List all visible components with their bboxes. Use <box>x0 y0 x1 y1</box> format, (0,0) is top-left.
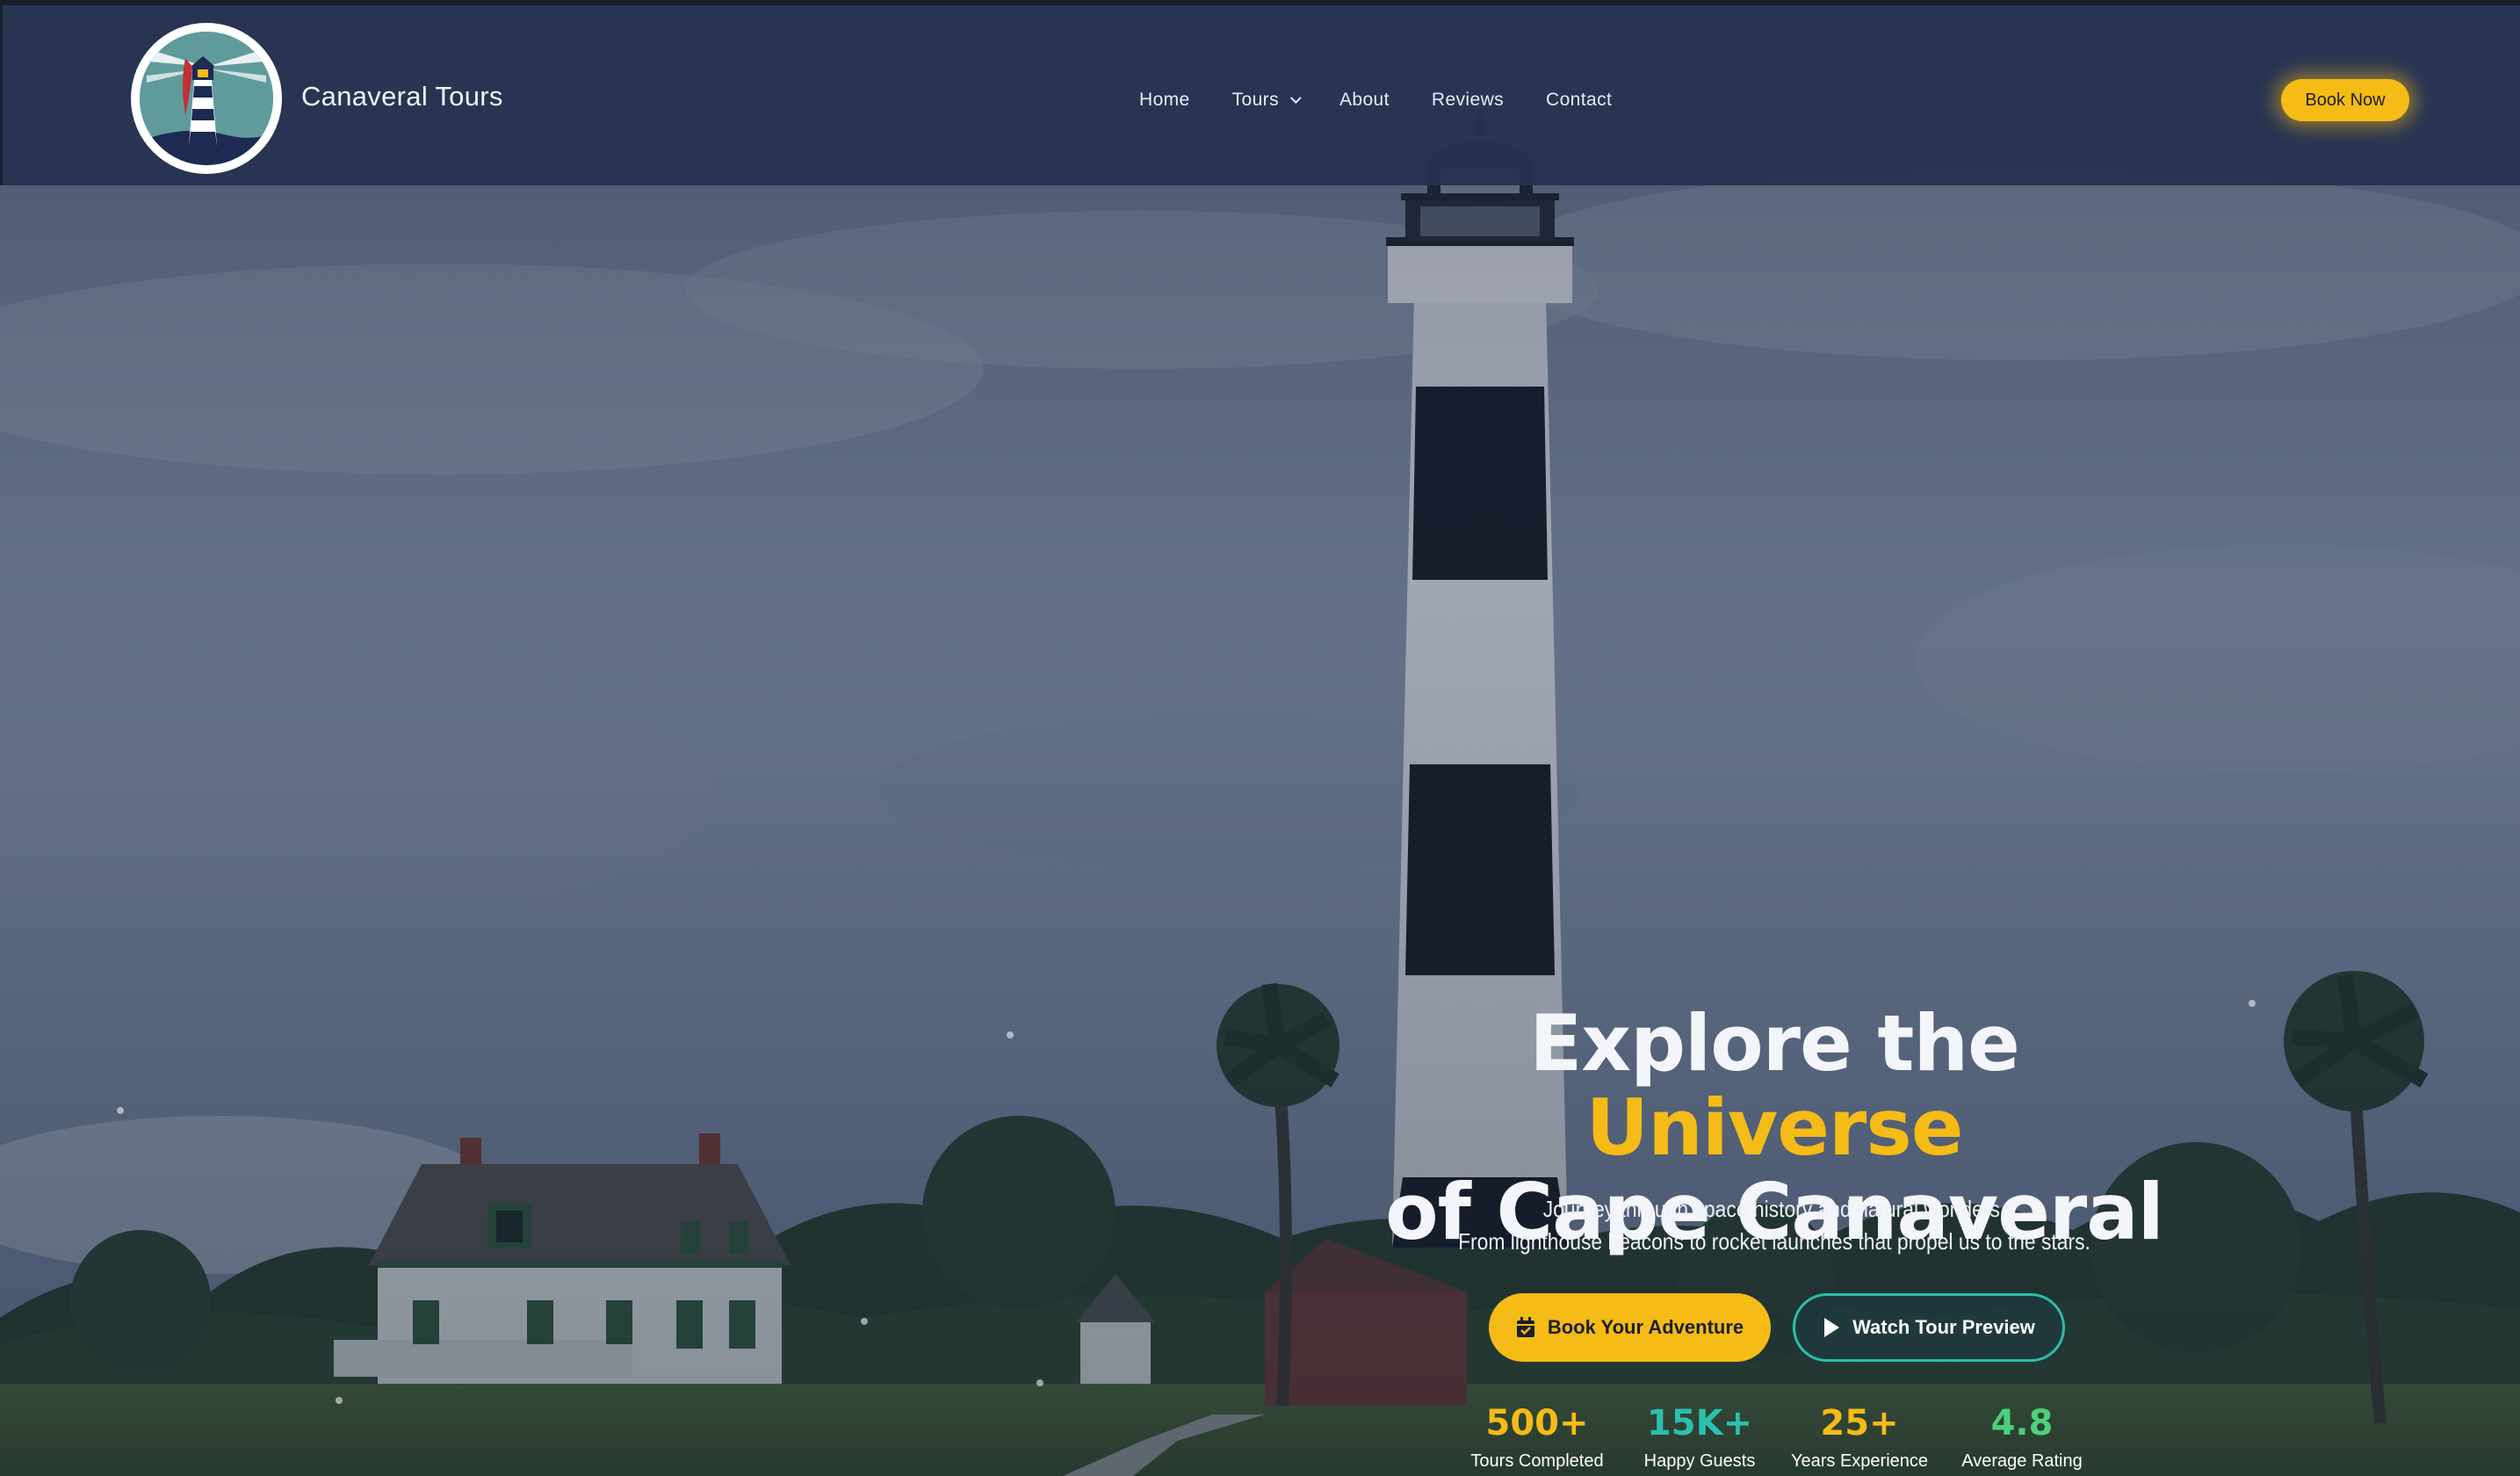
nav-item-label: About <box>1339 90 1390 110</box>
nav-item-label: Contact <box>1546 90 1613 110</box>
lighthouse-logo-icon <box>140 32 273 165</box>
site-logo[interactable] <box>131 23 282 174</box>
nav-item-label: Reviews <box>1431 90 1505 110</box>
stat-years-experience: 25+ Years Experience <box>1780 1402 1939 1472</box>
stat-value: 15K+ <box>1646 1403 1753 1443</box>
watch-tour-preview-label: Watch Tour Preview <box>1852 1316 2035 1338</box>
chevron-down-icon <box>1289 91 1302 104</box>
play-icon <box>1823 1317 1840 1338</box>
main-nav: Home Tours About Reviews Contact <box>1139 90 1654 111</box>
stat-value: 25+ <box>1820 1403 1899 1443</box>
hero-title-part1: Explore the <box>1529 998 2020 1089</box>
watch-tour-preview-button[interactable]: Watch Tour Preview <box>1793 1293 2065 1362</box>
stat-value: 4.8 <box>1990 1403 2054 1443</box>
stat-label: Years Experience <box>1790 1451 1929 1471</box>
hero-title-accent: Universe <box>1585 1082 1964 1173</box>
stat-label: Happy Guests <box>1643 1451 1756 1471</box>
brand-name[interactable]: Canaveral Tours <box>301 81 503 112</box>
nav-item-reviews[interactable]: Reviews <box>1432 90 1504 111</box>
book-now-button[interactable]: Book Now <box>2281 79 2409 121</box>
book-your-adventure-button[interactable]: Book Your Adventure <box>1489 1293 1771 1362</box>
stat-tours-completed: 500+ Tours Completed <box>1458 1402 1616 1472</box>
stat-value: 500+ <box>1485 1403 1589 1443</box>
stat-average-rating: 4.8 Average Rating <box>1943 1402 2101 1472</box>
sparkle-dot <box>861 1318 868 1325</box>
stat-label: Average Rating <box>1961 1451 2083 1471</box>
sparkle-dot <box>117 1107 124 1114</box>
nav-item-tours[interactable]: Tours <box>1231 90 1302 111</box>
sparkle-dot <box>1036 1379 1043 1386</box>
hero-subtitle-line1: Journey through space history and natura… <box>1542 1196 2006 1222</box>
nav-item-label: Tours <box>1231 90 1279 110</box>
stat-label: Tours Completed <box>1470 1451 1604 1471</box>
stat-happy-guests: 15K+ Happy Guests <box>1621 1402 1779 1472</box>
nav-item-label: Home <box>1139 90 1190 110</box>
hero-subtitle-line2: From lighthouse beacons to rocket launch… <box>1458 1228 2090 1255</box>
sparkle-dot <box>2249 1000 2256 1007</box>
stats-row: 500+ Tours Completed 15K+ Happy Guests 2… <box>1458 1402 2126 1476</box>
hero-subtitle: Journey through space history and natura… <box>1388 1193 2161 1258</box>
sparkle-dot <box>336 1397 343 1404</box>
nav-item-contact[interactable]: Contact <box>1546 90 1612 111</box>
sparkle-dot <box>1007 1031 1014 1038</box>
nav-item-home[interactable]: Home <box>1139 90 1190 111</box>
nav-item-about[interactable]: About <box>1339 90 1390 111</box>
site-header: Canaveral Tours Home Tours About Reviews… <box>0 5 2520 185</box>
book-your-adventure-label: Book Your Adventure <box>1547 1316 1744 1338</box>
calendar-icon <box>1516 1317 1535 1338</box>
